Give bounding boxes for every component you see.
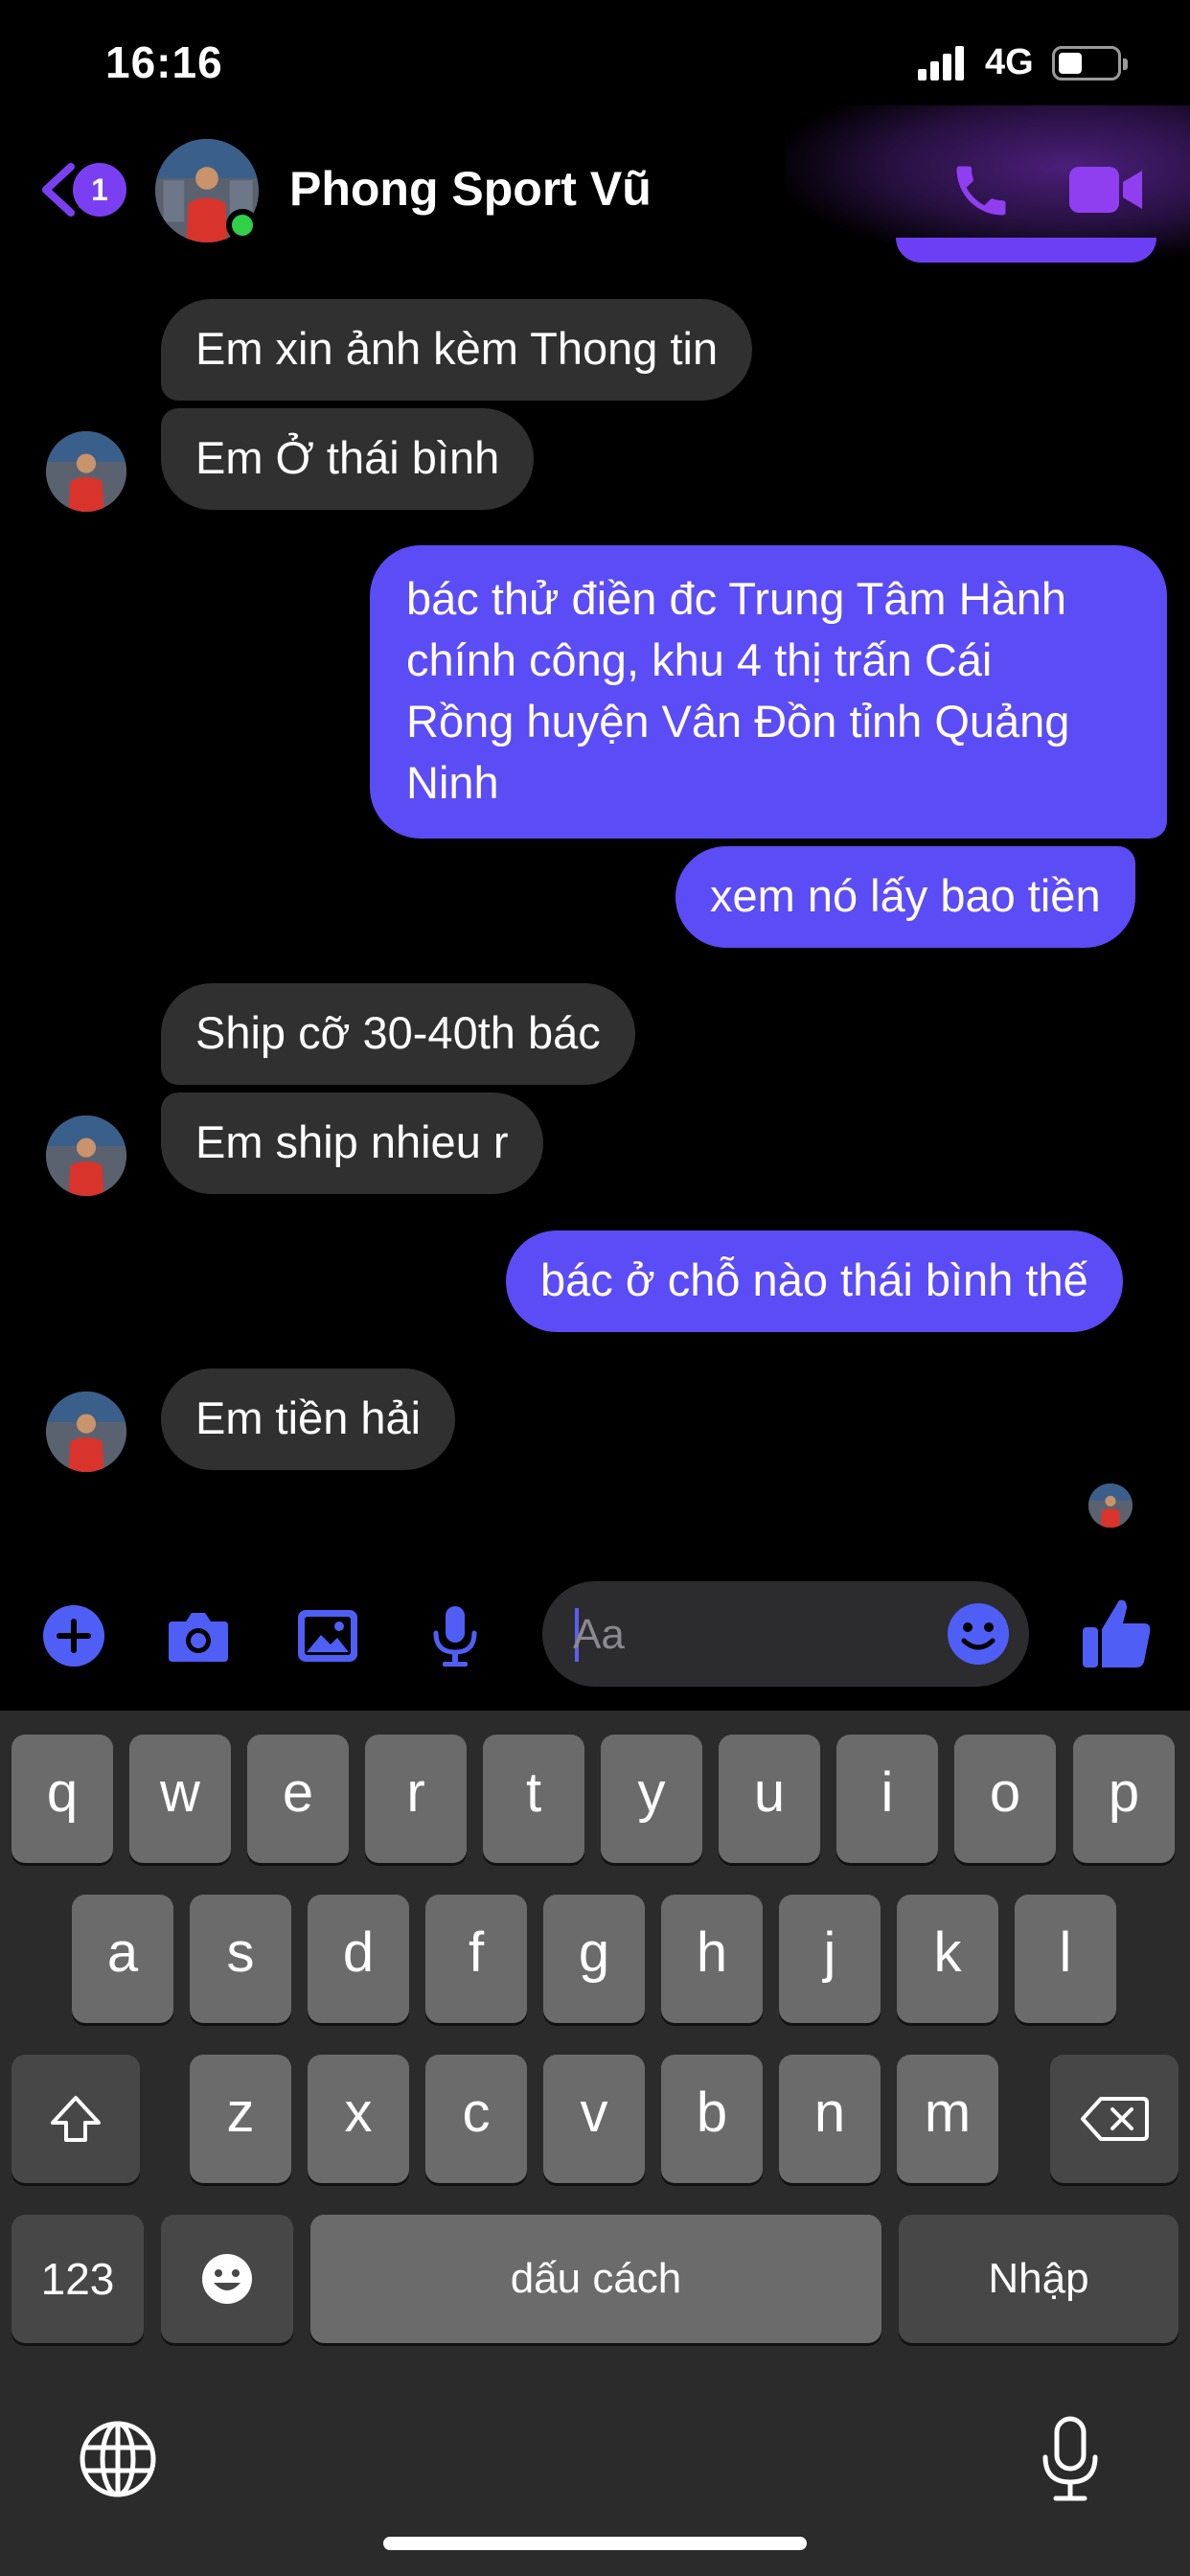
message-line: Rồng huyện Vân Đồn tỉnh Quảng <box>406 696 1070 747</box>
key-g[interactable]: g <box>543 1895 645 2023</box>
avatar-image <box>1088 1484 1133 1528</box>
numbers-key[interactable]: 123 <box>11 2215 144 2343</box>
status-time: 16:16 <box>105 37 223 87</box>
key-u[interactable]: u <box>719 1735 820 1863</box>
key-i[interactable]: i <box>836 1735 938 1863</box>
key-l[interactable]: l <box>1015 1895 1116 2023</box>
key-q[interactable]: q <box>11 1735 113 1863</box>
seen-receipt-avatar <box>1088 1484 1133 1528</box>
key-m[interactable]: m <box>897 2055 998 2183</box>
network-type: 4G <box>985 42 1034 82</box>
key-e[interactable]: e <box>247 1735 349 1863</box>
key-k[interactable]: k <box>897 1895 998 2023</box>
key-p[interactable]: p <box>1073 1735 1175 1863</box>
message-outgoing[interactable]: xem nó lấy bao tiền <box>675 846 1135 948</box>
message-incoming[interactable]: Em xin ảnh kèm Thong tin <box>161 299 753 401</box>
emoji-key[interactable] <box>161 2215 293 2343</box>
thumbs-up-icon[interactable] <box>1081 1595 1154 1671</box>
key-x[interactable]: x <box>308 2055 409 2183</box>
previous-message-bubble <box>896 238 1156 263</box>
sender-avatar[interactable] <box>46 1392 126 1472</box>
return-key[interactable]: Nhập <box>899 2215 1179 2343</box>
key-t[interactable]: t <box>483 1735 584 1863</box>
backspace-icon <box>1081 2097 1149 2141</box>
video-camera-icon[interactable] <box>1067 161 1144 218</box>
shift-key[interactable] <box>11 2055 140 2183</box>
phone-icon[interactable] <box>949 158 1014 223</box>
message-incoming[interactable]: Em ship nhieu r <box>161 1092 543 1194</box>
message-input[interactable] <box>571 1598 939 1671</box>
sender-avatar[interactable] <box>46 431 126 512</box>
backspace-key[interactable] <box>1050 2055 1179 2183</box>
message-line: bác thử điền đc Trung Tâm Hành <box>406 573 1066 624</box>
avatar-image <box>46 1392 126 1472</box>
avatar-image <box>46 431 126 512</box>
key-d[interactable]: d <box>308 1895 409 2023</box>
unread-badge[interactable]: 1 <box>73 163 126 217</box>
home-indicator[interactable] <box>383 2537 807 2550</box>
message-outgoing[interactable]: bác ở chỗ nào thái bình thế <box>506 1230 1123 1332</box>
key-z[interactable]: z <box>190 2055 291 2183</box>
key-v[interactable]: v <box>543 2055 645 2183</box>
key-r[interactable]: r <box>365 1735 467 1863</box>
message-incoming[interactable]: Em Ở thái bình <box>161 408 535 510</box>
key-f[interactable]: f <box>425 1895 527 2023</box>
key-j[interactable]: j <box>779 1895 881 2023</box>
key-b[interactable]: b <box>661 2055 763 2183</box>
microphone-icon[interactable] <box>422 1602 489 1669</box>
message-line: chính công, khu 4 thị trấn Cái <box>406 634 993 685</box>
message-line: Ninh <box>406 757 499 808</box>
keyboard: q w e r t y u i o p a s d f g h j k l z … <box>0 1711 1190 2576</box>
plus-icon[interactable] <box>40 1602 107 1669</box>
key-y[interactable]: y <box>601 1735 702 1863</box>
sender-avatar[interactable] <box>46 1116 126 1196</box>
message-incoming[interactable]: Ship cỡ 30-40th bác <box>161 983 635 1085</box>
dictation-mic-icon[interactable] <box>1041 2415 1100 2503</box>
battery-icon <box>1052 46 1128 80</box>
globe-icon[interactable] <box>79 2420 157 2498</box>
image-icon[interactable] <box>294 1602 361 1669</box>
space-key[interactable]: dấu cách <box>310 2215 881 2343</box>
avatar-image <box>46 1116 126 1196</box>
message-input-box[interactable] <box>542 1581 1029 1687</box>
key-h[interactable]: h <box>661 1895 763 2023</box>
camera-icon[interactable] <box>165 1602 232 1669</box>
signal-strength-icon <box>918 46 966 80</box>
contact-name[interactable]: Phong Sport Vũ <box>289 161 652 217</box>
online-status-dot <box>226 209 259 242</box>
key-a[interactable]: a <box>72 1895 173 2023</box>
key-n[interactable]: n <box>779 2055 881 2183</box>
emoji-keyboard-icon <box>202 2254 252 2304</box>
message-outgoing[interactable]: bác thử điền đc Trung Tâm Hành chính côn… <box>370 545 1167 839</box>
shift-icon <box>51 2096 101 2142</box>
key-c[interactable]: c <box>425 2055 527 2183</box>
key-w[interactable]: w <box>129 1735 231 1863</box>
key-o[interactable]: o <box>954 1735 1056 1863</box>
key-s[interactable]: s <box>190 1895 291 2023</box>
emoji-icon[interactable] <box>945 1600 1012 1668</box>
message-incoming[interactable]: Em tiền hải <box>161 1368 456 1470</box>
